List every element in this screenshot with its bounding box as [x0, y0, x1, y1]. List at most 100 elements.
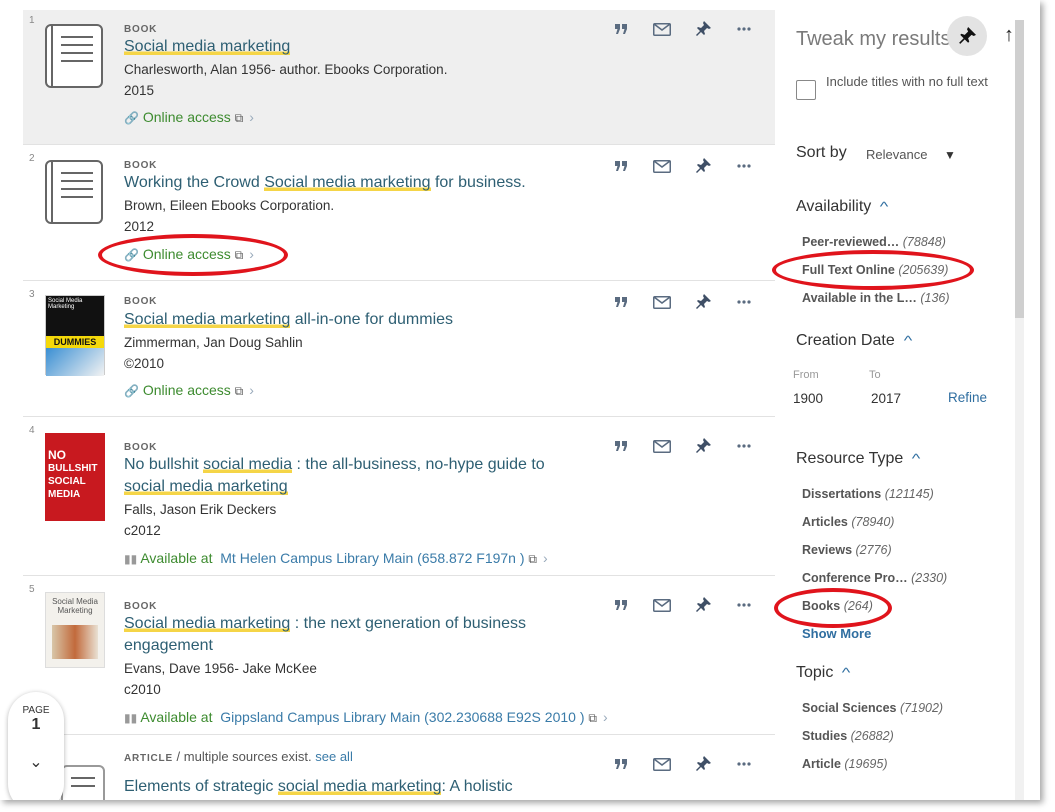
facet-item[interactable]: Conference Pro… (2330)	[802, 571, 947, 585]
resource-type: BOOK	[124, 24, 158, 35]
online-access-link[interactable]: 🔗 Online access ⧉ ›	[124, 109, 254, 126]
to-year-input[interactable]: 2017	[871, 391, 901, 406]
facet-count: (2776)	[855, 543, 892, 557]
result-item[interactable]: 2 BOOK Working the Crowd Social media ma…	[23, 145, 775, 281]
result-number: 3	[29, 289, 35, 300]
include-no-fulltext-checkbox[interactable]	[796, 80, 816, 100]
facet-item[interactable]: Full Text Online (205639)	[802, 263, 948, 277]
email-icon[interactable]	[653, 596, 671, 614]
physical-availability-link[interactable]: ▮▮ Available at Mt Helen Campus Library …	[124, 550, 548, 567]
result-title[interactable]: No bullshit social media : the all-busin…	[124, 454, 564, 498]
result-author: Zimmerman, Jan Doug Sahlin	[124, 335, 303, 350]
chevron-right-icon: ›	[249, 382, 254, 398]
online-access-link[interactable]: 🔗 Online access ⧉ ›	[124, 246, 254, 263]
from-year-input[interactable]: 1900	[793, 391, 823, 406]
resource-type: ARTICLE / multiple sources exist. see al…	[124, 749, 353, 764]
sidebar-scrollbar[interactable]	[1015, 20, 1024, 800]
more-icon[interactable]	[735, 157, 753, 175]
cover-line: MEDIA	[48, 489, 81, 500]
more-icon[interactable]	[735, 755, 753, 773]
email-icon[interactable]	[653, 293, 671, 311]
show-more-link[interactable]: Show More	[802, 626, 871, 641]
quote-icon[interactable]	[612, 437, 630, 455]
pin-icon[interactable]	[694, 437, 712, 455]
result-date: 2012	[124, 219, 155, 234]
result-item[interactable]: 3 Social Media Marketing DUMMIES BOOK So…	[23, 281, 775, 417]
book-cover-nobullshit[interactable]: NO BULLSHIT SOCIAL MEDIA	[45, 433, 105, 521]
result-item[interactable]: ARTICLE / multiple sources exist. see al…	[23, 735, 775, 800]
pin-sidebar-button[interactable]	[947, 16, 987, 56]
result-actions	[612, 437, 753, 455]
email-icon[interactable]	[653, 157, 671, 175]
quote-icon[interactable]	[612, 293, 630, 311]
email-icon[interactable]	[653, 755, 671, 773]
facet-count: (19695)	[844, 757, 888, 771]
facet-creation-date-header[interactable]: Creation Date ^	[796, 332, 913, 350]
result-title[interactable]: Elements of strategic social media marke…	[124, 776, 564, 800]
facet-item[interactable]: Articles (78940)	[802, 515, 894, 529]
page-indicator[interactable]: PAGE 1 ⌄	[8, 692, 64, 800]
book-cover-dummies[interactable]: Social Media Marketing DUMMIES	[45, 295, 105, 376]
result-item[interactable]: 1 BOOK Social media marketing Charleswor…	[23, 10, 775, 145]
cover-brand: DUMMIES	[46, 336, 104, 348]
chevron-up-icon: ^	[903, 333, 913, 348]
facet-item[interactable]: Dissertations (121145)	[802, 487, 934, 501]
result-item[interactable]: 5 Social Media Marketing BOOK Social med…	[23, 576, 775, 735]
type-extra: / multiple sources exist.	[172, 749, 312, 764]
sort-select[interactable]: Relevance	[866, 147, 927, 162]
physical-availability-link[interactable]: ▮▮ Available at Gippsland Campus Library…	[124, 709, 608, 726]
external-link-icon: ⧉	[588, 711, 597, 725]
arrow-up-icon[interactable]: ↑	[1004, 24, 1014, 47]
facet-heading: Topic	[796, 664, 834, 681]
facet-item[interactable]: Available in the L… (136)	[802, 291, 950, 305]
page-label: PAGE	[22, 705, 50, 716]
more-icon[interactable]	[735, 437, 753, 455]
pin-icon[interactable]	[694, 20, 712, 38]
result-number: 1	[29, 15, 35, 26]
caret-down-icon[interactable]: ▼	[944, 148, 956, 162]
result-item[interactable]: 4 NO BULLSHIT SOCIAL MEDIA BOOK No bulls…	[23, 417, 775, 576]
more-icon[interactable]	[735, 293, 753, 311]
email-icon[interactable]	[653, 437, 671, 455]
pin-icon[interactable]	[694, 157, 712, 175]
facet-resource-type-header[interactable]: Resource Type ^	[796, 450, 921, 468]
result-title[interactable]: Social media marketing all-in-one for du…	[124, 309, 584, 331]
quote-icon[interactable]	[612, 20, 630, 38]
pin-icon[interactable]	[694, 293, 712, 311]
refine-button[interactable]: Refine	[948, 390, 987, 405]
access-label: Available at	[140, 709, 213, 725]
title-highlight: Social media marketing	[264, 174, 431, 191]
facet-topic-header[interactable]: Topic ^	[796, 664, 851, 682]
more-icon[interactable]	[735, 20, 753, 38]
see-all-link[interactable]: see all	[315, 749, 353, 764]
facet-item[interactable]: Article (19695)	[802, 757, 887, 771]
facet-item[interactable]: Social Sciences (71902)	[802, 701, 943, 715]
email-icon[interactable]	[653, 20, 671, 38]
online-access-link[interactable]: 🔗 Online access ⧉ ›	[124, 382, 254, 399]
more-icon[interactable]	[735, 596, 753, 614]
resource-type: BOOK	[124, 296, 158, 307]
facet-label: Books	[802, 599, 841, 613]
facet-item[interactable]: Books (264)	[802, 599, 873, 613]
facet-label: Dissertations	[802, 487, 882, 501]
pin-icon[interactable]	[694, 596, 712, 614]
book-thumbnail-icon	[45, 160, 103, 224]
facet-item[interactable]: Studies (26882)	[802, 729, 894, 743]
result-title[interactable]: Social media marketing	[124, 36, 584, 58]
result-title[interactable]: Social media marketing : the next genera…	[124, 613, 564, 657]
facet-availability-header[interactable]: Availability ^	[796, 198, 889, 216]
link-icon: 🔗	[124, 111, 139, 125]
result-actions	[612, 755, 753, 773]
book-cover-evans[interactable]: Social Media Marketing	[45, 592, 105, 668]
chevron-up-icon: ^	[912, 451, 921, 466]
pin-icon[interactable]	[694, 755, 712, 773]
chevron-up-icon: ^	[842, 665, 851, 680]
result-title[interactable]: Working the Crowd Social media marketing…	[124, 172, 584, 194]
quote-icon[interactable]	[612, 596, 630, 614]
scrollbar-thumb[interactable]	[1015, 20, 1024, 318]
facet-item[interactable]: Reviews (2776)	[802, 543, 892, 557]
quote-icon[interactable]	[612, 755, 630, 773]
quote-icon[interactable]	[612, 157, 630, 175]
facet-item[interactable]: Peer-reviewed… (78848)	[802, 235, 946, 249]
chevron-down-icon[interactable]: ⌄	[8, 752, 64, 772]
